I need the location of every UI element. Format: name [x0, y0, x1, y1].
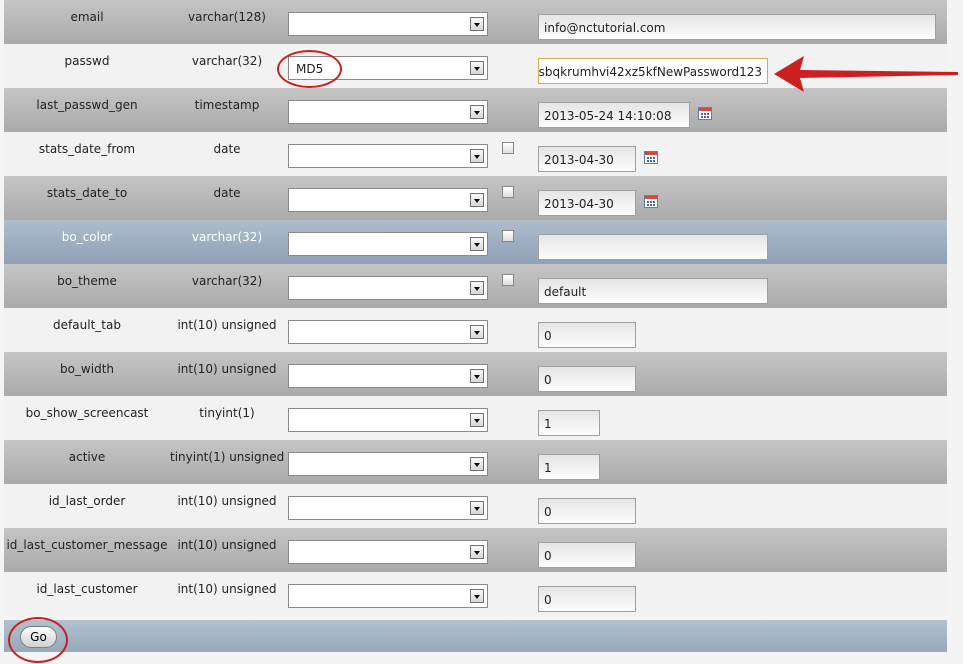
- table-row: last_passwd_gen timestamp 2013-05-24 14:10…: [4, 88, 947, 132]
- field-name: bo_color: [61, 230, 113, 244]
- null-checkbox[interactable]: [502, 142, 514, 154]
- calendar-icon[interactable]: [698, 107, 712, 120]
- null-checkbox[interactable]: [502, 186, 514, 198]
- dropdown-arrow-icon[interactable]: [470, 545, 484, 559]
- annotation-circle-go: [8, 617, 68, 663]
- null-checkbox[interactable]: [502, 230, 514, 242]
- field-name: active: [68, 450, 106, 464]
- field-name: bo_theme: [57, 274, 117, 288]
- field-name: id_last_customer_message: [6, 538, 168, 552]
- field-name: default_tab: [53, 318, 121, 332]
- form-footer: Go: [4, 620, 947, 652]
- table-row: stats_date_from date 2013-04-30: [4, 132, 947, 176]
- table-row: id_last_order int(10) unsigned 0: [4, 484, 947, 528]
- value-input[interactable]: 0: [538, 542, 636, 568]
- value-input[interactable]: 1: [538, 454, 600, 480]
- field-type: varchar(128): [188, 10, 266, 24]
- dropdown-arrow-icon[interactable]: [470, 413, 484, 427]
- function-select[interactable]: [288, 320, 488, 344]
- field-type: varchar(32): [191, 274, 263, 288]
- field-name: id_last_customer: [36, 582, 138, 596]
- value-input[interactable]: 2013-05-24 14:10:08: [538, 102, 690, 128]
- field-name: stats_date_to: [46, 186, 128, 200]
- dropdown-arrow-icon[interactable]: [470, 149, 484, 163]
- function-select[interactable]: [288, 584, 488, 608]
- dropdown-arrow-icon[interactable]: [470, 193, 484, 207]
- table-row: default_tab int(10) unsigned 0: [4, 308, 947, 352]
- field-name: bo_show_screencast: [25, 406, 149, 420]
- annotation-arrow-icon: [774, 56, 958, 92]
- value-input[interactable]: [538, 234, 768, 260]
- dropdown-arrow-icon[interactable]: [470, 17, 484, 31]
- field-name: id_last_order: [48, 494, 126, 508]
- function-select[interactable]: [288, 144, 488, 168]
- function-select[interactable]: [288, 100, 488, 124]
- field-name: stats_date_from: [38, 142, 136, 156]
- field-type: date: [213, 186, 241, 200]
- dropdown-arrow-icon[interactable]: [470, 369, 484, 383]
- dropdown-arrow-icon[interactable]: [470, 325, 484, 339]
- field-type: date: [213, 142, 241, 156]
- function-select[interactable]: [288, 188, 488, 212]
- dropdown-arrow-icon[interactable]: [470, 281, 484, 295]
- function-select[interactable]: [288, 408, 488, 432]
- field-name: passwd: [64, 54, 110, 68]
- dropdown-arrow-icon[interactable]: [470, 501, 484, 515]
- field-type: int(10) unsigned: [177, 494, 277, 508]
- field-type: int(10) unsigned: [177, 582, 277, 596]
- field-type: tinyint(1): [199, 406, 255, 420]
- field-type: timestamp: [194, 98, 260, 112]
- value-input[interactable]: default: [538, 278, 768, 304]
- null-checkbox[interactable]: [502, 274, 514, 286]
- value-input[interactable]: hilsbqkrumhvi42xz5kfNewPassword123: [538, 58, 768, 84]
- table-row: id_last_customer_message int(10) unsigned…: [4, 528, 947, 572]
- field-name: email: [70, 10, 104, 24]
- function-select[interactable]: [288, 232, 488, 256]
- table-row: id_last_customer int(10) unsigned 0: [4, 572, 947, 616]
- function-select[interactable]: [288, 496, 488, 520]
- value-input[interactable]: 0: [538, 498, 636, 524]
- value-input[interactable]: 1: [538, 410, 600, 436]
- function-select[interactable]: [288, 12, 488, 36]
- table-row: active tinyint(1) unsigned 1: [4, 440, 947, 484]
- field-type: varchar(32): [191, 54, 263, 68]
- field-name: bo_width: [59, 362, 115, 376]
- dropdown-arrow-icon[interactable]: [470, 457, 484, 471]
- field-type: int(10) unsigned: [177, 538, 277, 552]
- value-input[interactable]: 2013-04-30: [538, 146, 636, 172]
- table-row: bo_width int(10) unsigned 0: [4, 352, 947, 396]
- table-row: bo_show_screencast tinyint(1) 1: [4, 396, 947, 440]
- field-type: tinyint(1) unsigned: [170, 450, 285, 464]
- value-input[interactable]: 0: [538, 586, 636, 612]
- calendar-icon[interactable]: [644, 195, 658, 208]
- table-row: bo_theme varchar(32) default: [4, 264, 947, 308]
- annotation-circle-md5: [277, 50, 342, 88]
- dropdown-arrow-icon[interactable]: [470, 237, 484, 251]
- field-type: int(10) unsigned: [177, 362, 277, 376]
- function-select[interactable]: [288, 540, 488, 564]
- function-select[interactable]: [288, 276, 488, 300]
- value-input[interactable]: info@nctutorial.com: [538, 14, 936, 40]
- value-input[interactable]: 0: [538, 322, 636, 348]
- table-row: stats_date_to date 2013-04-30: [4, 176, 947, 220]
- field-name: last_passwd_gen: [36, 98, 138, 112]
- value-input[interactable]: 0: [538, 366, 636, 392]
- field-type: varchar(32): [191, 230, 263, 244]
- table-row: bo_color varchar(32): [4, 220, 947, 264]
- calendar-icon[interactable]: [644, 151, 658, 164]
- function-select[interactable]: [288, 364, 488, 388]
- value-input[interactable]: 2013-04-30: [538, 190, 636, 216]
- dropdown-arrow-icon[interactable]: [470, 105, 484, 119]
- dropdown-arrow-icon[interactable]: [470, 61, 484, 75]
- table-row: email varchar(128) info@nctutorial.com: [4, 0, 947, 44]
- dropdown-arrow-icon[interactable]: [470, 589, 484, 603]
- field-type: int(10) unsigned: [177, 318, 277, 332]
- function-select[interactable]: [288, 452, 488, 476]
